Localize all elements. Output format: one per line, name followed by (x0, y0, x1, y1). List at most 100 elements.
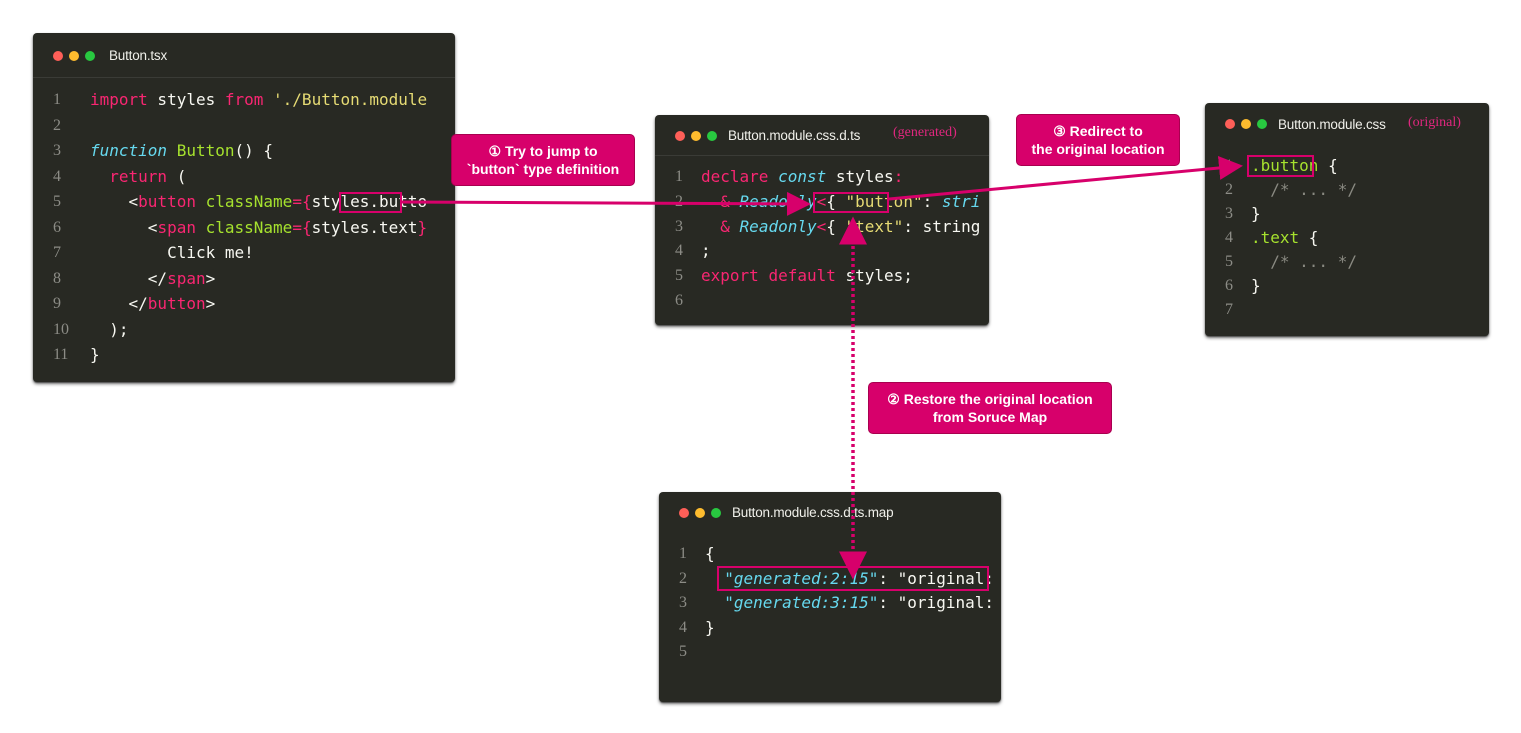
window-controls (53, 51, 95, 61)
code-token: default (768, 266, 836, 286)
code-text: } (705, 616, 715, 641)
code-line: 3 "generated:3:15": "original: (659, 591, 1001, 616)
close-dot-icon[interactable] (675, 131, 685, 141)
code-line: 3} (1205, 202, 1489, 226)
code-text: & Readonly<{ "text": string (701, 215, 980, 240)
line-number: 7 (1225, 301, 1233, 318)
code-line: 5 /* ... */ (1205, 250, 1489, 274)
code-token: import (90, 90, 148, 109)
code-text: ; (701, 239, 711, 264)
code-token: </ (90, 294, 148, 313)
code-token: Readonly (739, 216, 817, 236)
window-controls (675, 131, 717, 141)
code-editor: 1 import styles from './Button.module 2 3 fu… (33, 87, 455, 368)
code-token: stri (941, 191, 981, 211)
code-token: const (778, 167, 827, 186)
code-text: return ( (90, 164, 186, 190)
code-token: './Button.module (273, 90, 428, 109)
file-name: Button.module.css.d.ts.map (732, 505, 894, 520)
generated-tag: (generated) (893, 125, 957, 140)
line-number: 9 (53, 295, 61, 312)
code-token: } (90, 345, 100, 364)
code-token: { (1318, 156, 1338, 175)
code-text: .text { (1251, 226, 1318, 250)
line-number: 6 (53, 218, 61, 236)
code-line: 7 (1205, 298, 1489, 322)
code-text: "generated:3:15": "original: (705, 591, 994, 616)
code-token: > (205, 268, 216, 288)
code-token: < (90, 217, 158, 237)
code-line: 5 (659, 640, 1001, 665)
callout-step2-line2: from Soruce Map (932, 409, 1048, 425)
line-number: 5 (679, 643, 687, 660)
file-name: Button.module.css (1278, 117, 1386, 132)
maximize-dot-icon[interactable] (707, 131, 717, 141)
code-token: < (90, 192, 139, 211)
code-token: span (157, 217, 196, 237)
code-text: } (90, 342, 100, 368)
highlight-map-entry (717, 566, 989, 591)
code-token: "generated:3:15" (724, 593, 879, 612)
line-number: 2 (679, 569, 687, 587)
close-dot-icon[interactable] (1225, 119, 1235, 129)
line-number: 8 (53, 269, 61, 287)
line-number: 3 (675, 217, 683, 235)
code-token: < (816, 216, 827, 236)
highlight-styles-ref (339, 192, 402, 213)
close-dot-icon[interactable] (53, 51, 63, 61)
code-line: 10 ); (33, 317, 455, 343)
minimize-dot-icon[interactable] (1241, 119, 1251, 129)
code-token: ; (701, 241, 711, 261)
code-token: Click me! (90, 243, 254, 262)
code-token: ={ (292, 192, 312, 211)
code-token: export (701, 266, 759, 286)
minimize-dot-icon[interactable] (691, 131, 701, 141)
file-name: Button.tsx (109, 48, 168, 63)
maximize-dot-icon[interactable] (1257, 119, 1267, 129)
window-controls (1225, 119, 1267, 129)
code-token: /* ... */ (1251, 180, 1357, 199)
maximize-dot-icon[interactable] (711, 508, 721, 518)
close-dot-icon[interactable] (679, 508, 689, 518)
line-number: 6 (675, 291, 683, 309)
window-titlebar: Button.tsx (33, 33, 455, 78)
code-line: 1 declare const styles: (655, 165, 989, 190)
code-token: & (720, 191, 730, 211)
code-token: ); (90, 319, 129, 339)
window-dts: Button.module.css.d.ts (generated) 1 decl… (655, 115, 989, 325)
code-text: Click me! (90, 240, 254, 266)
code-text: /* ... */ (1251, 250, 1357, 274)
minimize-dot-icon[interactable] (69, 51, 79, 61)
code-text: export default styles; (701, 264, 913, 289)
maximize-dot-icon[interactable] (85, 51, 95, 61)
code-text: } (1251, 274, 1261, 298)
code-line: 8 </span> (33, 266, 455, 292)
minimize-dot-icon[interactable] (695, 508, 705, 518)
code-line: 6 (655, 289, 989, 314)
code-token: button (147, 294, 206, 313)
code-text: { (705, 542, 715, 567)
code-line: 3 & Readonly<{ "text": string (655, 215, 989, 240)
code-line: 4; (655, 239, 989, 264)
code-token: Readonly (739, 191, 817, 211)
code-token: </ (90, 268, 168, 288)
code-line: 6 <span className={styles.text} (33, 215, 455, 241)
code-text: } (1251, 202, 1261, 226)
code-line: 4 .text { (1205, 226, 1489, 250)
code-token: function (90, 141, 168, 160)
code-token: styles; (835, 266, 913, 286)
line-number: 3 (679, 594, 687, 611)
code-editor: 1 declare const styles: 2 & Readonly<{ "bu… (655, 165, 989, 314)
line-number: 3 (53, 142, 61, 159)
code-line: 3 function Button() { (33, 138, 455, 164)
code-line: 7 Click me! (33, 240, 455, 266)
code-line: 4 return ( (33, 164, 455, 190)
